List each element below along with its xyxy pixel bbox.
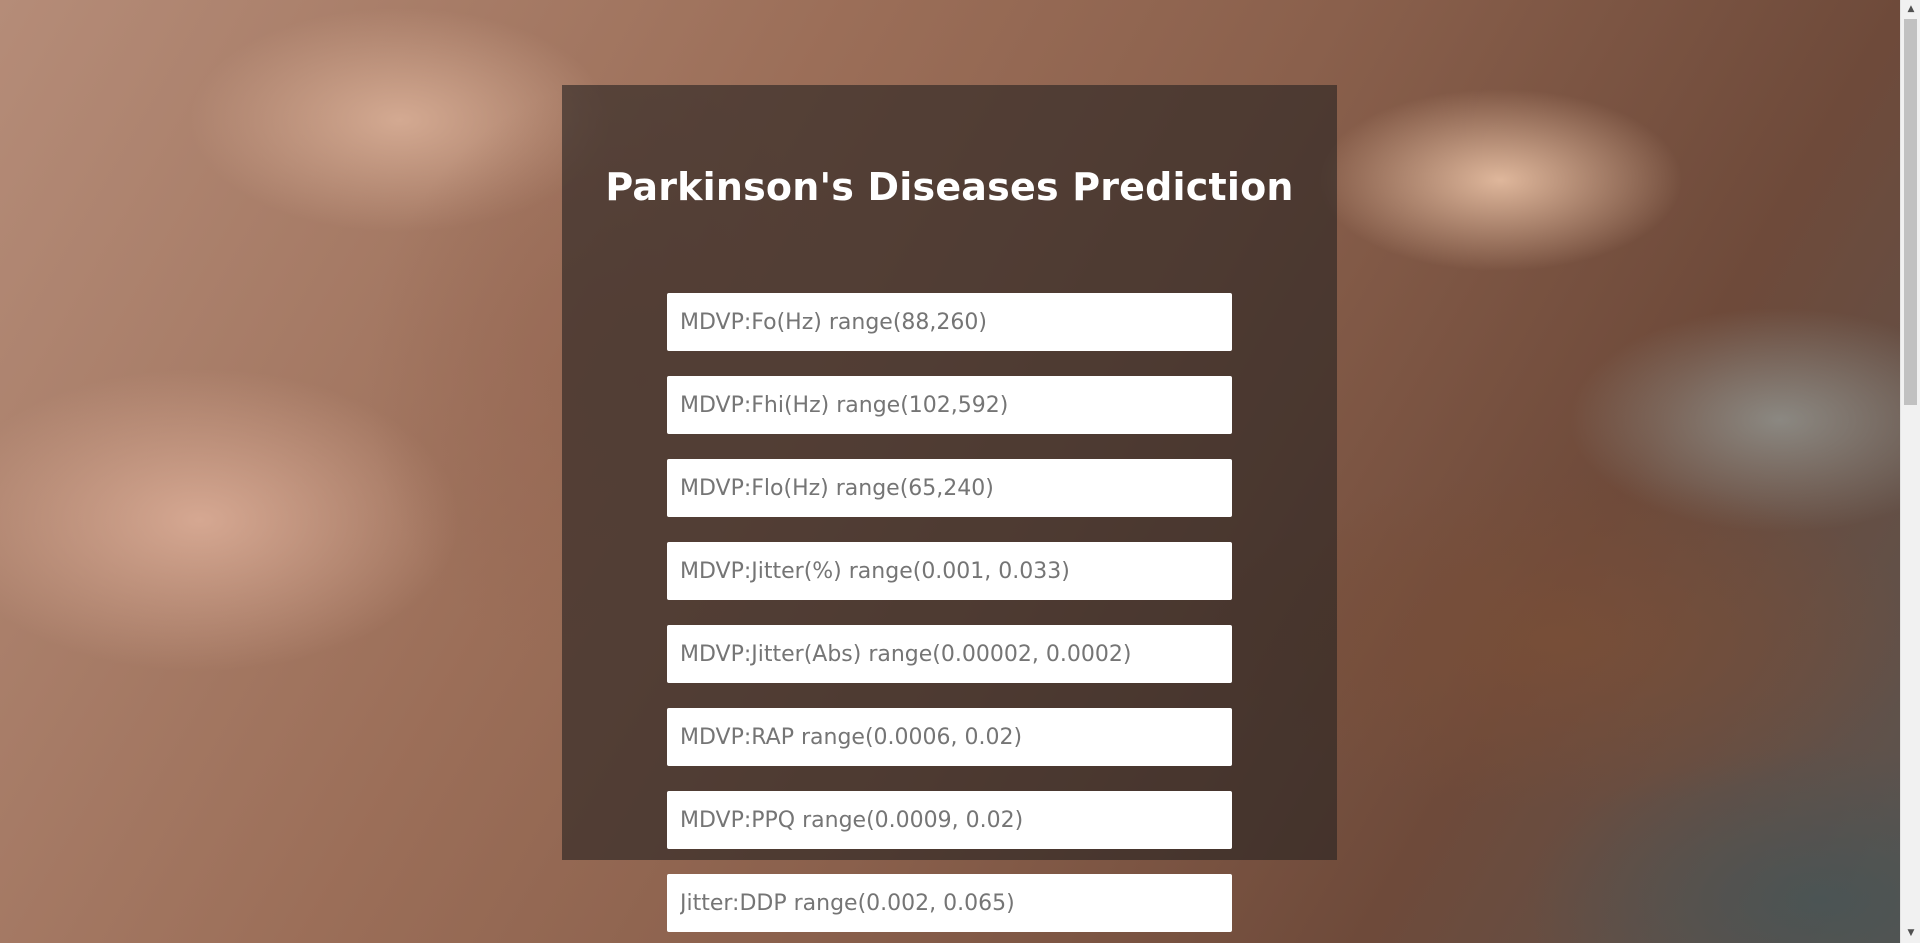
fhi-hz-input[interactable] xyxy=(667,376,1232,434)
page-title: Parkinson's Diseases Prediction xyxy=(605,165,1294,209)
fo-hz-input[interactable] xyxy=(667,293,1232,351)
jitter-ddp-input[interactable] xyxy=(667,874,1232,932)
flo-hz-input[interactable] xyxy=(667,459,1232,517)
scrollbar-thumb[interactable] xyxy=(1904,19,1917,405)
jitter-percent-input[interactable] xyxy=(667,542,1232,600)
rap-input[interactable] xyxy=(667,708,1232,766)
background-photo: Parkinson's Diseases Prediction xyxy=(0,0,1900,943)
triangle-down-icon[interactable]: ▼ xyxy=(1901,925,1920,942)
vertical-scrollbar[interactable]: ▲ ▼ xyxy=(1900,0,1920,943)
jitter-abs-input[interactable] xyxy=(667,625,1232,683)
triangle-up-icon[interactable]: ▲ xyxy=(1901,1,1920,18)
ppq-input[interactable] xyxy=(667,791,1232,849)
